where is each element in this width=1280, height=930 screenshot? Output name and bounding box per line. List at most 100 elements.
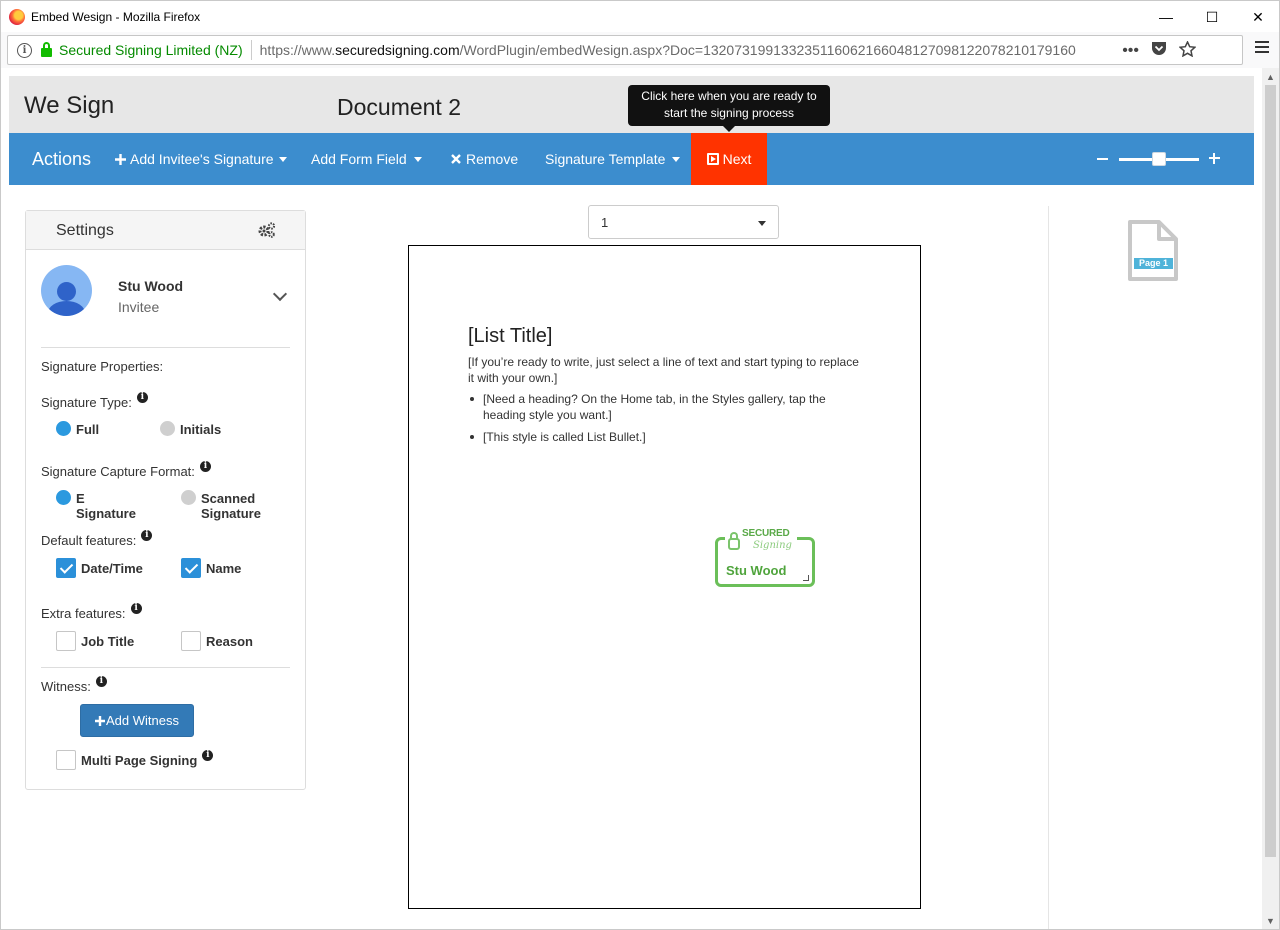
info-icon[interactable]: i (95, 676, 107, 687)
invitee-role: Invitee (118, 299, 160, 315)
plus-icon (115, 153, 126, 165)
reason-label[interactable]: Reason (206, 634, 253, 649)
site-identity-label[interactable]: Secured Signing Limited (NZ) (59, 42, 243, 58)
close-window-button[interactable]: ✕ (1235, 1, 1280, 33)
scroll-down-icon[interactable]: ▼ (1262, 912, 1279, 929)
gears-icon[interactable] (258, 222, 276, 238)
doc-list-title: [List Title] (468, 325, 553, 347)
capture-e-signature-label[interactable]: E Signature (76, 491, 136, 521)
capture-scanned-signature-radio[interactable] (181, 490, 196, 505)
info-icon[interactable]: i (202, 750, 214, 761)
signature-type-initials-label[interactable]: Initials (180, 422, 221, 437)
secured-signing-watermark: SECURED Signing (725, 526, 797, 556)
signature-field[interactable]: SECURED Signing Stu Wood (715, 526, 815, 587)
settings-header: Settings (26, 211, 305, 250)
info-icon[interactable]: i (136, 392, 148, 403)
caret-down-icon (413, 156, 422, 162)
date-time-label[interactable]: Date/Time (81, 561, 143, 576)
info-icon[interactable]: i (130, 603, 142, 614)
firefox-logo-icon (9, 8, 25, 25)
avatar (41, 265, 92, 316)
bookmark-star-icon[interactable] (1178, 39, 1197, 62)
default-features-label: Default features: i (41, 530, 153, 548)
capture-e-signature-radio[interactable] (56, 490, 71, 505)
multi-page-signing-checkbox[interactable] (56, 750, 76, 770)
multi-page-signing-label[interactable]: Multi Page Signing i (81, 750, 214, 768)
reason-checkbox[interactable] (181, 631, 201, 651)
app-brand: We Sign (24, 92, 115, 119)
document-title: Document 2 (337, 94, 462, 120)
zoom-slider-handle[interactable] (1152, 152, 1166, 166)
job-title-checkbox[interactable] (56, 631, 76, 651)
close-icon (451, 154, 461, 164)
more-icon[interactable]: ••• (1122, 42, 1139, 60)
page-select[interactable]: 1 (588, 205, 779, 239)
actions-label: Actions (32, 148, 92, 169)
zoom-out-icon[interactable] (1097, 158, 1108, 160)
address-bar[interactable]: i Secured Signing Limited (NZ) https://w… (7, 35, 1243, 65)
url-text[interactable]: https://www.securedsigning.com/WordPlugi… (260, 42, 1076, 58)
resize-handle-icon[interactable] (803, 575, 809, 581)
browser-toolbar: i Secured Signing Limited (NZ) https://w… (0, 32, 1280, 68)
info-icon[interactable]: i (199, 461, 211, 472)
actions-toolbar: Actions Add Invitee's Signature Add Form… (9, 133, 1254, 185)
signature-type-label: Signature Type: i (41, 392, 148, 410)
url-actions: ••• (1122, 36, 1197, 66)
name-label[interactable]: Name (206, 561, 241, 576)
signature-type-initials-radio[interactable] (160, 421, 175, 436)
maximize-button[interactable]: ☐ (1189, 1, 1235, 33)
name-checkbox[interactable] (181, 558, 201, 578)
minimize-button[interactable]: — (1143, 1, 1189, 33)
remove-button[interactable]: Remove (451, 133, 518, 185)
chevron-down-icon[interactable] (272, 286, 288, 302)
window-title: Embed Wesign - Mozilla Firefox (31, 9, 201, 24)
caret-down-icon (758, 221, 766, 226)
divider (41, 347, 290, 348)
scrollbar-thumb[interactable] (1265, 85, 1276, 857)
menu-hamburger-icon[interactable] (1255, 41, 1269, 53)
signature-field-name: Stu Wood (726, 563, 787, 578)
next-button[interactable]: Next (691, 133, 767, 185)
doc-bullet-list: [Need a heading? On the Home tab, in the… (470, 391, 863, 451)
settings-panel: Settings Stu Wood Invitee Signature Prop… (25, 210, 306, 790)
window-title-bar: Embed Wesign - Mozilla Firefox — ☐ ✕ (0, 0, 1280, 32)
zoom-in-icon[interactable] (1209, 153, 1220, 164)
thumbnail-column-divider (1048, 206, 1049, 929)
capture-scanned-signature-label[interactable]: Scanned Signature (201, 491, 261, 521)
add-invitee-signature-menu[interactable]: Add Invitee's Signature (115, 133, 287, 185)
extra-features-label: Extra features: i (41, 603, 142, 621)
invitee-name: Stu Wood (118, 278, 184, 294)
pocket-icon[interactable] (1151, 41, 1167, 61)
page-thumbnail-label: Page 1 (1134, 258, 1173, 269)
date-time-checkbox[interactable] (56, 558, 76, 578)
capture-format-label: Signature Capture Format: i (41, 461, 211, 479)
padlock-icon (728, 532, 740, 550)
add-form-field-menu[interactable]: Add Form Field (311, 133, 422, 185)
document-page[interactable]: [List Title] [If you’re ready to write, … (408, 245, 921, 909)
page-viewport: We Sign Document 2 Click here when you a… (0, 68, 1280, 930)
doc-bullet: [This style is called List Bullet.] (470, 429, 863, 445)
info-icon[interactable]: i (141, 530, 153, 541)
signature-type-full-label[interactable]: Full (76, 422, 99, 437)
play-square-icon (706, 153, 719, 165)
doc-bullet: [Need a heading? On the Home tab, in the… (470, 391, 863, 423)
signature-template-menu[interactable]: Signature Template (545, 133, 681, 185)
job-title-label[interactable]: Job Title (81, 634, 134, 649)
page-info-icon[interactable]: i (17, 42, 32, 58)
witness-label: Witness: i (41, 676, 107, 694)
caret-down-icon (278, 156, 287, 162)
divider (41, 667, 290, 668)
page-scrollbar[interactable]: ▲ ▼ (1262, 68, 1279, 929)
doc-paragraph: [If you’re ready to write, just select a… (468, 355, 859, 385)
secure-lock-icon[interactable] (41, 42, 52, 57)
settings-title: Settings (56, 222, 114, 239)
signature-properties-heading: Signature Properties: (41, 359, 164, 374)
document-file-icon (1128, 220, 1178, 281)
scroll-up-icon[interactable]: ▲ (1262, 68, 1279, 85)
next-tooltip: Click here when you are ready to start t… (628, 85, 830, 132)
url-separator (250, 40, 252, 60)
signature-type-full-radio[interactable] (56, 421, 71, 436)
add-witness-button[interactable]: Add Witness (80, 704, 194, 737)
page-thumbnail[interactable]: Page 1 (1127, 219, 1179, 282)
caret-down-icon (672, 156, 681, 162)
